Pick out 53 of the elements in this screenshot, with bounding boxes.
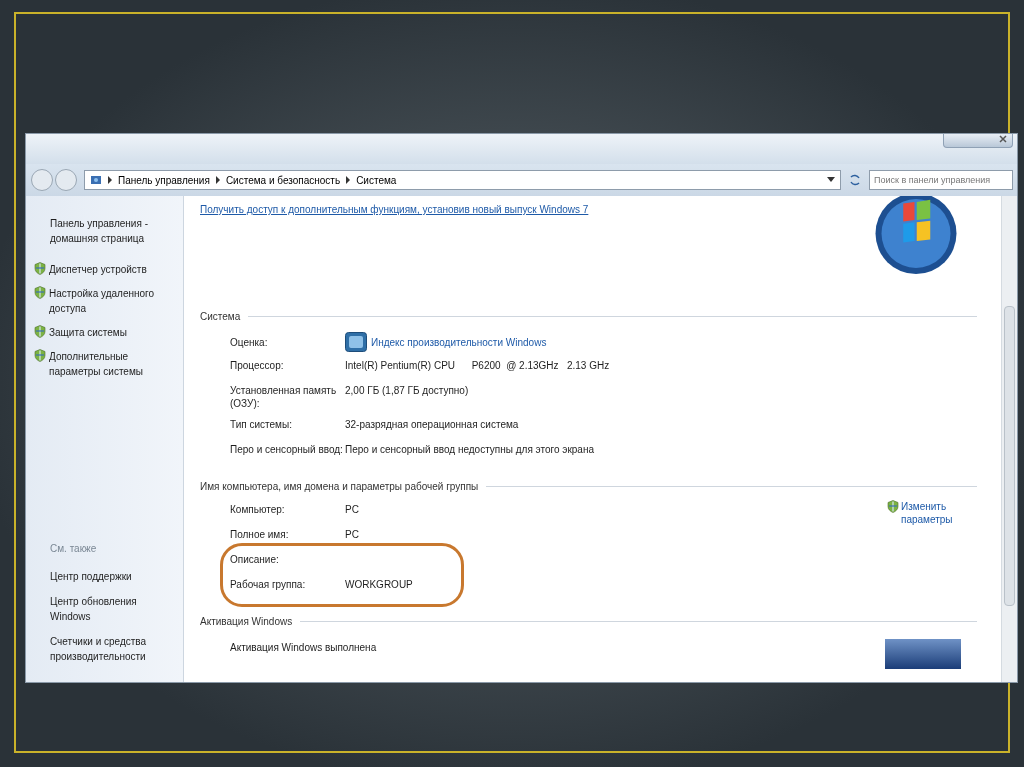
row-value: 32-разрядная операционная система <box>345 418 519 431</box>
row-label: Компьютер: <box>230 503 286 516</box>
shield-icon <box>34 286 46 299</box>
row-value: 2,00 ГБ (1,87 ГБ доступно) <box>345 384 469 397</box>
row-value: PC <box>345 503 359 516</box>
dropdown-icon[interactable] <box>827 177 835 183</box>
upgrade-link[interactable]: Получить доступ к дополнительным функциям, установив новый выпуск Windows 7 <box>200 202 589 217</box>
shield-icon <box>34 349 46 362</box>
section-heading: Активация Windows <box>200 614 293 629</box>
breadcrumb[interactable]: Панель управления <box>118 172 210 188</box>
search-field[interactable]: Поиск в панели управления <box>869 170 1013 190</box>
home-link[interactable]: Панель управления - домашняя страница <box>26 216 183 246</box>
change-settings-link[interactable]: Изменить параметры <box>901 500 977 526</box>
scrollbar-thumb[interactable] <box>1004 306 1015 606</box>
scrollbar[interactable] <box>1001 196 1017 682</box>
shield-icon <box>887 500 899 513</box>
performance-index-link[interactable]: Индекс производительности Windows <box>371 334 547 350</box>
see-also-link[interactable]: Счетчики и средства производительности <box>26 634 183 664</box>
row-label: Описание: <box>230 553 280 566</box>
chevron-icon <box>107 176 113 184</box>
task-link[interactable]: Защита системы <box>49 325 127 340</box>
row-value: WORKGROUP <box>345 578 413 591</box>
task-link[interactable]: Дополнительные параметры системы <box>49 349 175 379</box>
activation-status: Активация Windows выполнена <box>230 640 377 655</box>
row-label: Процессор: <box>230 359 285 372</box>
row-label: Полное имя: <box>230 528 290 541</box>
see-also-link[interactable]: Центр поддержки <box>26 569 183 584</box>
see-also-link[interactable]: Центр обновления Windows <box>26 594 183 624</box>
row-label: Оценка: <box>230 335 269 350</box>
back-button[interactable] <box>30 168 54 192</box>
breadcrumb[interactable]: Система и безопасность <box>225 172 341 188</box>
task-link[interactable]: Диспетчер устройств <box>49 262 147 277</box>
row-label: Тип системы: <box>230 418 293 431</box>
control-panel-icon <box>90 174 102 186</box>
see-also-heading: См. также <box>49 542 98 556</box>
chevron-icon <box>214 176 221 184</box>
shield-icon <box>34 262 46 275</box>
row-value: Intel(R) Pentium(R) CPU P6200 @ 2.13GHz 2.13 GHz <box>345 359 610 372</box>
row-value: Перо и сенсорный ввод недоступны для этого экрана <box>345 443 594 456</box>
close-icon[interactable] <box>998 134 1008 144</box>
task-link[interactable]: Настройка удаленного доступа <box>49 286 175 316</box>
breadcrumb[interactable]: Система <box>356 172 397 188</box>
section-heading: Система <box>200 309 241 324</box>
row-label: Рабочая группа: <box>230 578 307 591</box>
rating-badge-icon <box>345 332 367 352</box>
address-bar[interactable]: Панель управления Система и безопасность Система <box>84 170 841 190</box>
forward-button[interactable] <box>54 168 78 192</box>
row-label: Перо и сенсорный ввод: <box>230 443 344 456</box>
shield-icon <box>34 325 46 338</box>
chevron-icon <box>345 176 352 184</box>
section-heading: Имя компьютера, имя домена и параметры рабочей группы <box>200 479 479 494</box>
row-label: Установленная память (ОЗУ): <box>230 384 338 410</box>
row-value: PC <box>345 528 359 541</box>
